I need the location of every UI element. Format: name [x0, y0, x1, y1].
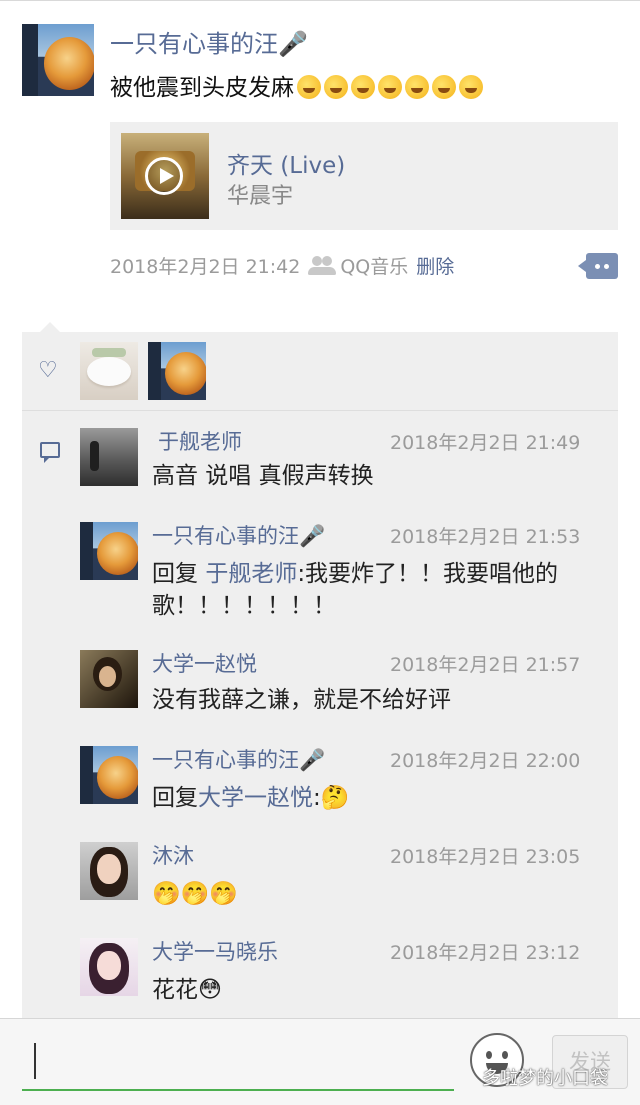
- top-divider: [0, 0, 640, 1]
- delete-button[interactable]: 删除: [416, 256, 454, 278]
- post-author[interactable]: 一只有心事的汪🎤: [110, 24, 308, 59]
- comment-text: 花花😳: [152, 977, 222, 1003]
- song-title: 齐天 (Live): [227, 153, 346, 179]
- watermark: 多啦梦的小口袋: [482, 1068, 608, 1089]
- more-actions-button[interactable]: [578, 253, 618, 279]
- comment-text: 🤭🤭🤭: [152, 881, 238, 907]
- comment-text: 回复大学一赵悦:🤔: [152, 782, 604, 814]
- dot-icon: [595, 264, 600, 269]
- post-text-content: 被他震到头皮发麻: [110, 75, 294, 101]
- comment-icon: [40, 442, 60, 463]
- commenter-avatar[interactable]: [80, 842, 138, 900]
- commenter-avatar[interactable]: [80, 522, 138, 580]
- likes-row: ♡: [22, 332, 618, 411]
- reply-prefix: 回复: [152, 561, 206, 587]
- post-meta: 2018年2月2日 21:42 QQ音乐 删除: [110, 254, 454, 280]
- post-source[interactable]: QQ音乐: [340, 256, 408, 278]
- like-avatar-1[interactable]: [80, 342, 138, 400]
- emoji-icon: [351, 75, 375, 99]
- dot-icon: [604, 264, 609, 269]
- comment-time: 2018年2月2日 23:05: [390, 846, 581, 868]
- emoji-icon: [297, 75, 321, 99]
- comment-text: 没有我薛之谦，就是不给好评: [152, 687, 451, 713]
- emoji-icon: [432, 75, 456, 99]
- text-cursor: [34, 1043, 36, 1079]
- commenter-name[interactable]: 沐沐: [152, 840, 194, 870]
- song-artist: 华晨宇: [227, 184, 294, 209]
- author-avatar[interactable]: [22, 24, 94, 96]
- comment-text: 回复 于舰老师:我要炸了！！我要唱他的歌！！！！！！！: [152, 558, 604, 622]
- reply-to-name[interactable]: 大学一赵悦: [198, 785, 313, 811]
- commenter-name[interactable]: 一只有心事的汪🎤: [152, 520, 325, 550]
- heart-icon: ♡: [38, 358, 58, 383]
- reply-content: :🤔: [313, 785, 350, 811]
- commenter-avatar[interactable]: [80, 746, 138, 804]
- reply-prefix: 回复: [152, 785, 198, 811]
- commenter-name[interactable]: 大学一赵悦: [152, 648, 257, 678]
- emoji-icon: [405, 75, 429, 99]
- commenter-avatar[interactable]: [80, 428, 138, 486]
- comment-time: 2018年2月2日 21:53: [390, 526, 581, 548]
- commenter-name[interactable]: 于舰老师: [158, 426, 242, 456]
- commenter-name[interactable]: 大学一马晓乐: [152, 936, 278, 966]
- post-time: 2018年2月2日 21:42: [110, 256, 301, 278]
- album-cover: [121, 133, 209, 219]
- comment-input-bar: 发送: [0, 1018, 640, 1105]
- comment-time: 2018年2月2日 22:00: [390, 750, 581, 772]
- play-icon[interactable]: [145, 157, 183, 195]
- commenter-name[interactable]: 一只有心事的汪🎤: [152, 744, 325, 774]
- like-avatar-2[interactable]: [148, 342, 206, 400]
- emoji-icon: [324, 75, 348, 99]
- emoji-icon: [378, 75, 402, 99]
- emoji-icon: [459, 75, 483, 99]
- comment-time: 2018年2月2日 21:57: [390, 654, 581, 676]
- comment-text: 高音 说唱 真假声转换: [152, 463, 374, 489]
- comment-section: ♡ 于舰老师 2018年2月2日 21:49 高音 说唱 真假声转换 一只有心事…: [22, 322, 618, 1032]
- commenter-avatar[interactable]: [80, 650, 138, 708]
- comment-input[interactable]: [22, 1035, 454, 1091]
- comment-time: 2018年2月2日 21:49: [390, 432, 581, 454]
- comment-time: 2018年2月2日 23:12: [390, 942, 581, 964]
- reply-to-name[interactable]: 于舰老师: [205, 561, 297, 587]
- post-text: 被他震到头皮发麻: [110, 68, 483, 102]
- group-visibility-icon: [308, 256, 337, 276]
- music-card[interactable]: 齐天 (Live) 华晨宇: [110, 122, 618, 230]
- commenter-avatar[interactable]: [80, 938, 138, 996]
